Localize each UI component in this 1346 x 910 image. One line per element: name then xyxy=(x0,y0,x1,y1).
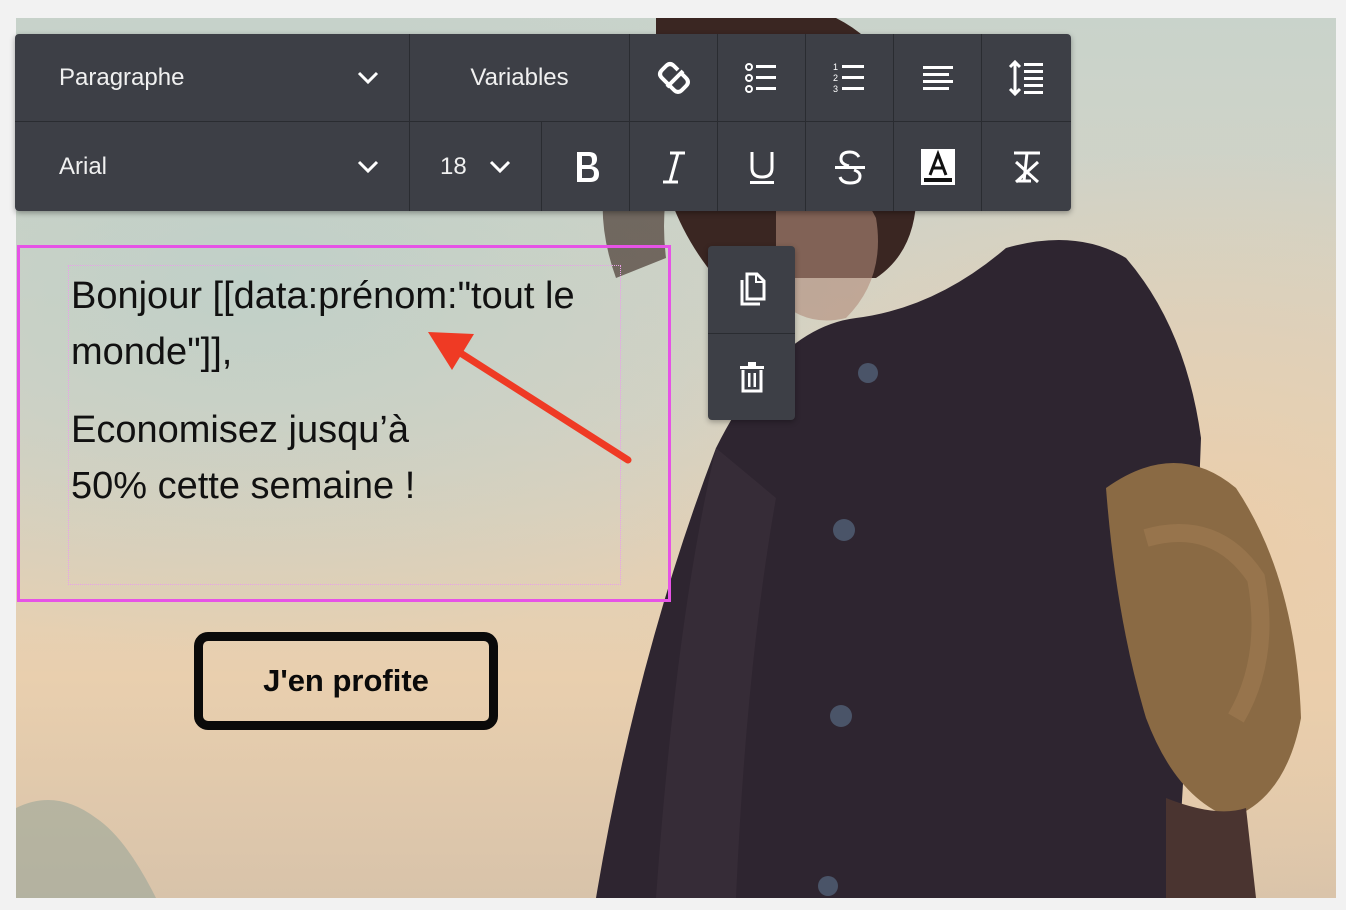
align-left-button[interactable] xyxy=(894,34,982,122)
unlink-button[interactable] xyxy=(630,34,718,122)
unlink-icon xyxy=(657,61,690,94)
cta-button[interactable]: J'en profite xyxy=(194,632,498,730)
line-height-button[interactable] xyxy=(982,34,1071,122)
underline-button[interactable] xyxy=(718,122,806,211)
svg-text:2: 2 xyxy=(833,73,838,83)
block-format-dropdown[interactable]: Paragraphe xyxy=(15,34,410,122)
font-size-value: 18 xyxy=(440,152,467,180)
clear-formatting-button[interactable] xyxy=(982,122,1071,211)
duplicate-icon xyxy=(740,272,765,305)
align-left-icon xyxy=(922,65,953,90)
duplicate-block-button[interactable] xyxy=(708,246,795,334)
block-format-value: Paragraphe xyxy=(59,63,185,91)
trash-icon xyxy=(739,361,764,392)
italic-icon xyxy=(662,151,685,183)
italic-button[interactable] xyxy=(630,122,718,211)
promo-paragraph: Economisez jusqu’à 50% cette semaine ! xyxy=(71,409,416,507)
font-size-dropdown[interactable]: 18 xyxy=(410,122,542,211)
svg-text:1: 1 xyxy=(833,62,838,72)
chevron-down-icon xyxy=(357,160,379,173)
bulleted-list-button[interactable] xyxy=(718,34,806,122)
numbered-list-icon: 1 2 3 xyxy=(833,62,864,94)
variables-label: Variables xyxy=(470,63,569,91)
line-height-icon xyxy=(1008,59,1043,96)
chevron-down-icon xyxy=(489,160,510,173)
clear-format-icon xyxy=(1013,151,1040,183)
bold-icon xyxy=(576,151,599,182)
delete-block-button[interactable] xyxy=(708,333,795,420)
greeting-paragraph: Bonjour [[data:prénom:"tout le monde"]], xyxy=(71,275,575,373)
cta-label: J'en profite xyxy=(263,663,429,698)
text-block-content[interactable]: Bonjour [[data:prénom:"tout le monde"]],… xyxy=(71,268,631,536)
text-color-button[interactable] xyxy=(894,122,982,211)
bulleted-list-icon xyxy=(744,62,776,93)
font-family-value: Arial xyxy=(59,152,108,180)
variables-button[interactable]: Variables xyxy=(410,34,630,122)
block-actions-panel xyxy=(708,246,795,420)
numbered-list-button[interactable]: 1 2 3 xyxy=(806,34,894,122)
text-color-icon xyxy=(920,148,955,185)
chevron-down-icon xyxy=(357,71,379,84)
svg-text:3: 3 xyxy=(833,84,838,94)
strikethrough-icon xyxy=(834,149,865,185)
text-formatting-toolbar: Paragraphe Variables 1 2 3 Arial 18 xyxy=(15,34,1071,211)
bold-button[interactable] xyxy=(542,122,630,211)
underline-icon xyxy=(749,151,774,184)
font-family-dropdown[interactable]: Arial xyxy=(15,122,410,211)
strikethrough-button[interactable] xyxy=(806,122,894,211)
